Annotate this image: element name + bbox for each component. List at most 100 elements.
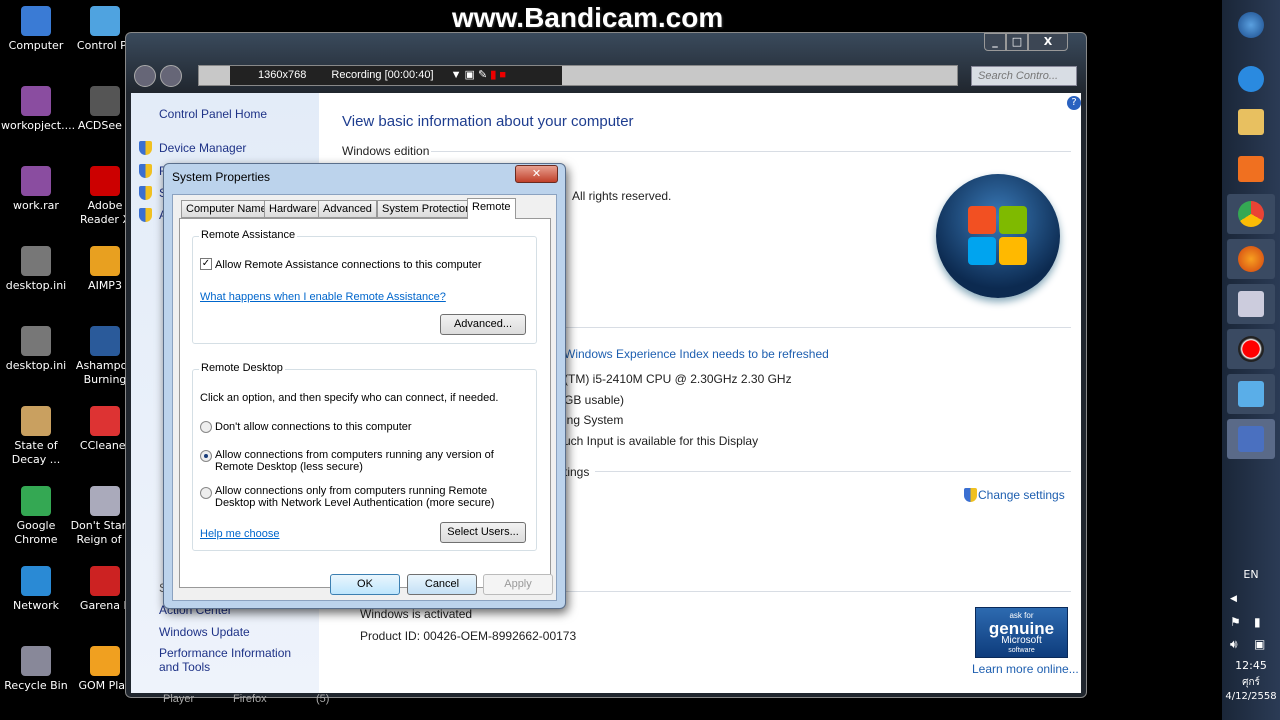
activation-status: Windows is activated (360, 607, 473, 621)
taskbar-label: Player (163, 693, 195, 705)
desktop-icon[interactable]: Recycle Bin (1, 646, 71, 693)
desktop-icon[interactable]: desktop.ini (1, 326, 71, 373)
back-button[interactable] (134, 65, 156, 87)
system-properties-icon[interactable] (1227, 419, 1275, 459)
cpu-value: (TM) i5-2410M CPU @ 2.30GHz 2.30 GHz (564, 372, 792, 386)
settings-heading: tings (564, 465, 590, 479)
control-panel-home-link[interactable]: Control Panel Home (159, 107, 267, 121)
desktop-icon-image (21, 246, 51, 276)
dialog-title: System Properties (172, 170, 271, 184)
tab-hardware[interactable]: Hardware (264, 200, 322, 218)
desktop-icon-image (90, 406, 120, 436)
wei-link[interactable]: Windows Experience Index needs to be ref… (564, 347, 829, 361)
remote-assistance-group: Remote Assistance ✓ Allow Remote Assista… (192, 229, 537, 344)
desktop-icon-image (90, 646, 120, 676)
desktop-icon-label: desktop.ini (5, 279, 67, 292)
desktop-icon[interactable]: Network (1, 566, 71, 613)
desktop-icon[interactable]: Google Chrome (1, 486, 71, 547)
tab-system-protection[interactable]: System Protection (377, 200, 477, 218)
remote-desktop-intro: Click an option, and then specify who ca… (200, 392, 499, 404)
file-explorer-icon[interactable] (1227, 102, 1275, 142)
cancel-button[interactable]: Cancel (407, 574, 477, 595)
bandicam-watermark: www.Bandicam.com (452, 2, 724, 33)
advanced-button[interactable]: Advanced... (440, 314, 526, 335)
bandicam-icon[interactable] (1227, 329, 1275, 369)
dont-allow-radio[interactable] (200, 421, 212, 433)
desktop-icon[interactable]: workopject.... (1, 86, 75, 133)
clock-date: 4/12/2558 (1225, 691, 1277, 702)
product-id: Product ID: 00426-OEM-8992662-00173 (360, 629, 577, 643)
remote-assistance-help-link[interactable]: What happens when I enable Remote Assist… (200, 291, 446, 303)
show-hidden-icons[interactable]: ◀ (1230, 594, 1237, 604)
desktop-icon-label: work.rar (13, 199, 59, 212)
remote-assistance-label: Allow Remote Assistance connections to t… (215, 259, 482, 271)
desktop-icon[interactable]: Computer (1, 6, 71, 53)
desktop-icon-image (21, 486, 51, 516)
desktop-icon[interactable]: work.rar (1, 166, 71, 213)
start-button[interactable] (1227, 5, 1275, 45)
allow-any-version-label: Allow connections from computers running… (215, 449, 494, 461)
chrome-icon[interactable] (1227, 194, 1275, 234)
system-properties-dialog: System Properties ✕ Computer Name Hardwa… (163, 163, 566, 609)
windows-update-link[interactable]: Windows Update (159, 625, 250, 639)
minimize-button[interactable]: _ (984, 33, 1006, 51)
forward-button[interactable] (160, 65, 182, 87)
ok-button[interactable]: OK (330, 574, 400, 595)
tab-advanced[interactable]: Advanced (318, 200, 377, 218)
action-center-flag-icon[interactable]: ⚑ (1230, 615, 1241, 629)
desktop-icon-image (90, 326, 120, 356)
genuine-microsoft-badge[interactable]: ask for genuine Microsoft software (975, 607, 1068, 658)
close-button[interactable]: X (1028, 33, 1068, 51)
shield-icon (139, 208, 152, 222)
power-icon[interactable]: ▮ (1254, 615, 1261, 629)
language-indicator[interactable]: EN (1222, 568, 1280, 581)
remote-assistance-checkbox[interactable]: ✓ (200, 258, 212, 270)
desktop-icon-image (21, 326, 51, 356)
volume-icon[interactable]: 🔊︎ (1230, 637, 1238, 652)
desktop-icon[interactable]: State of Decay ... (1, 406, 71, 467)
desktop-icon-image (90, 86, 120, 116)
internet-explorer-icon[interactable] (1227, 59, 1275, 99)
learn-more-link[interactable]: Learn more online... (972, 662, 1079, 676)
desktop-icon-label: Recycle Bin (4, 679, 68, 692)
desktop-icon-label: Google Chrome (14, 519, 58, 546)
allow-nla-radio[interactable] (200, 487, 212, 499)
desktop-icon-image (21, 566, 51, 596)
pen-touch-value: uch Input is available for this Display (564, 434, 759, 448)
allow-any-version-radio[interactable] (200, 450, 212, 462)
desktop-icon[interactable]: desktop.ini (1, 246, 71, 293)
tab-remote[interactable]: Remote (467, 198, 516, 219)
help-me-choose-link[interactable]: Help me choose (200, 528, 280, 540)
shield-icon (964, 488, 977, 502)
page-title: View basic information about your comput… (342, 113, 634, 130)
taskbar-label: Firefox (233, 693, 267, 705)
clock-time[interactable]: 12:45 (1222, 659, 1280, 672)
remote-desktop-heading: Remote Desktop (199, 362, 285, 374)
genuine-line: genuine (988, 619, 1055, 638)
media-player-icon[interactable] (1227, 149, 1275, 189)
allow-nla-label: Desktop with Network Level Authenticatio… (215, 497, 495, 509)
control-panel-icon[interactable] (1227, 374, 1275, 414)
help-icon[interactable]: ? (1067, 96, 1081, 110)
windows-logo (936, 174, 1060, 298)
maximize-button[interactable]: □ (1006, 33, 1028, 51)
taskbar: EN ◀ ⚑ ▮ 🔊︎ ▣ 12:45 ศุกร์ 4/12/2558 (1222, 0, 1280, 720)
tab-computer-name[interactable]: Computer Name (181, 200, 272, 218)
change-settings-link[interactable]: Change settings (978, 488, 1065, 502)
network-icon[interactable]: ▣ (1254, 637, 1265, 651)
bandicam-toolbar: 1360x768 Recording [00:00:40] ▼ ▣ ✎ ▮ ■ (230, 66, 562, 85)
apply-button[interactable]: Apply (483, 574, 553, 595)
performance-link[interactable]: Performance Information and Tools (159, 646, 314, 674)
system-type-value: ing System (564, 413, 624, 427)
clock-day: ศุกร์ (1242, 677, 1260, 688)
virtualbox-icon[interactable] (1227, 284, 1275, 324)
search-input[interactable]: Search Contro... (971, 66, 1077, 86)
select-users-button[interactable]: Select Users... (440, 522, 526, 543)
device-manager-link[interactable]: Device Manager (159, 141, 246, 155)
dialog-close-button[interactable]: ✕ (515, 165, 558, 183)
remote-assistance-heading: Remote Assistance (199, 229, 298, 241)
desktop-icon-image (21, 166, 51, 196)
firefox-icon[interactable] (1227, 239, 1275, 279)
ram-value: GB usable) (564, 393, 625, 407)
recording-status: Recording [00:00:40] (331, 69, 434, 81)
